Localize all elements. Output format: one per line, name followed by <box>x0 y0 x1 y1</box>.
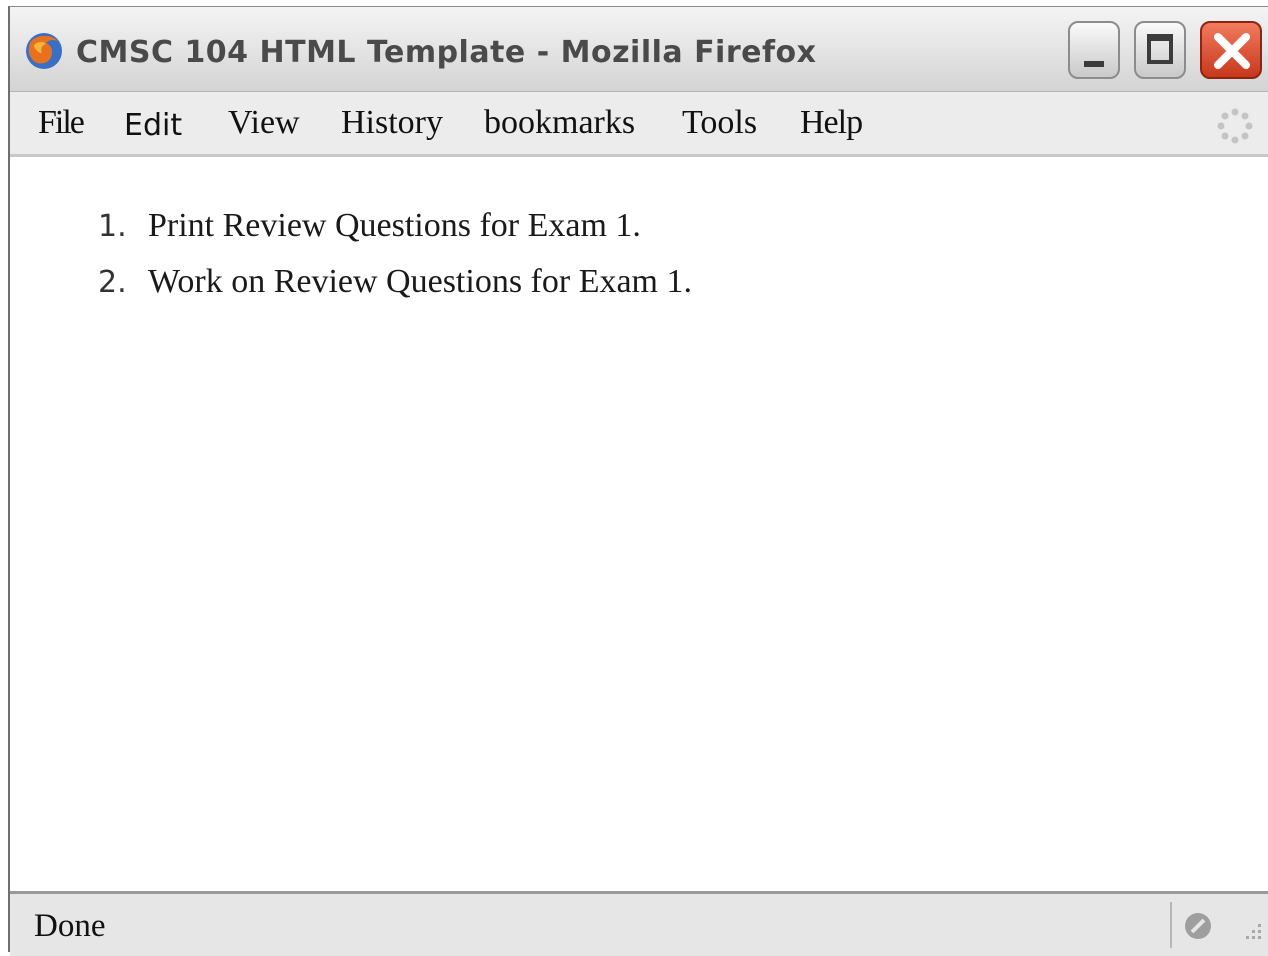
close-icon <box>1214 33 1250 69</box>
menu-view[interactable]: View <box>228 104 300 142</box>
firefox-logo-icon[interactable] <box>24 31 64 71</box>
menu-bookmarks[interactable]: bookmarks <box>484 104 635 142</box>
menu-bar: File Edit View History bookmarks Tools H… <box>10 92 1268 157</box>
minimize-icon <box>1084 61 1104 67</box>
window-title: CMSC 104 HTML Template - Mozilla Firefox <box>76 35 817 70</box>
title-bar[interactable]: CMSC 104 HTML Template - Mozilla Firefox <box>10 7 1268 92</box>
list-number: 2. <box>98 265 127 300</box>
minimize-button[interactable] <box>1068 21 1120 79</box>
menu-edit[interactable]: Edit <box>124 108 182 143</box>
list-text: Print Review Questions for Exam 1. <box>148 207 641 244</box>
menu-help[interactable]: Help <box>800 104 863 142</box>
maximize-icon <box>1147 34 1173 64</box>
menu-history[interactable]: History <box>341 104 443 142</box>
throbber-icon <box>1217 108 1253 144</box>
list-item: 2. Work on Review Questions for Exam 1. <box>98 263 692 301</box>
resize-grip-icon[interactable] <box>1236 918 1264 946</box>
browser-window: CMSC 104 HTML Template - Mozilla Firefox… <box>8 6 1268 956</box>
page-content[interactable]: 1. Print Review Questions for Exam 1. 2. W… <box>10 157 1268 891</box>
security-status-icon[interactable] <box>1182 910 1214 942</box>
status-text: Done <box>34 908 106 944</box>
list-item: 1. Print Review Questions for Exam 1. <box>98 207 641 245</box>
menu-file[interactable]: File <box>38 104 85 142</box>
menu-tools[interactable]: Tools <box>682 104 757 142</box>
maximize-button[interactable] <box>1134 21 1186 79</box>
close-button[interactable] <box>1200 21 1262 79</box>
list-number: 1. <box>98 209 127 244</box>
status-divider <box>1170 902 1172 948</box>
status-bar: Done <box>10 891 1268 956</box>
list-text: Work on Review Questions for Exam 1. <box>148 263 692 300</box>
